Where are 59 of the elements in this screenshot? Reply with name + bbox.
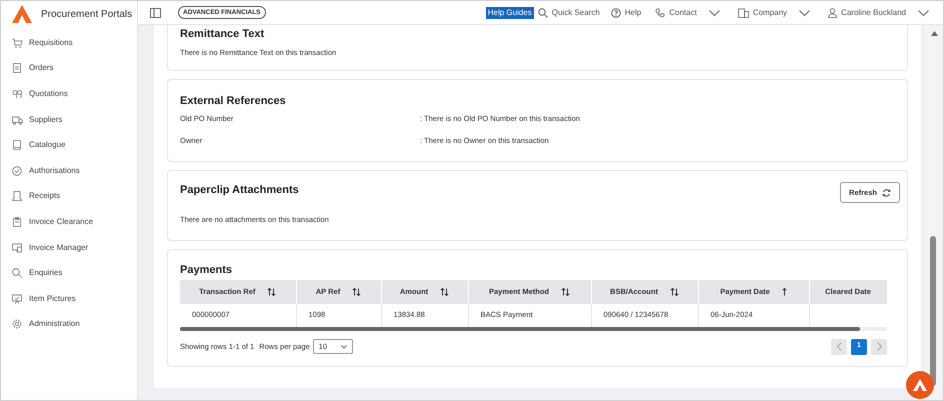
app-title: Procurement Portals xyxy=(41,8,132,22)
contact-menu[interactable]: Contact xyxy=(655,6,720,18)
sort-ascending-icon[interactable] xyxy=(782,288,787,296)
sidebar-item[interactable]: Invoice Manager xyxy=(1,234,137,260)
sort-icon[interactable] xyxy=(670,288,679,296)
truck-icon xyxy=(12,114,23,125)
book-icon xyxy=(12,140,23,150)
gear-icon xyxy=(12,319,23,330)
user-menu[interactable]: Caroline Buckland xyxy=(828,6,929,18)
horizontal-scrollbar[interactable] xyxy=(180,326,887,330)
sidebar-toggle-icon[interactable] xyxy=(150,8,161,18)
search-icon xyxy=(12,268,23,278)
easel-icon xyxy=(12,294,23,304)
scroll-up-icon xyxy=(930,31,938,36)
sort-icon[interactable] xyxy=(561,288,570,296)
sidebar-item[interactable]: Invoice Clearance xyxy=(1,209,137,235)
section-title: External References xyxy=(180,94,287,109)
help-button[interactable]: Help xyxy=(610,6,642,18)
check-circle-icon xyxy=(12,166,23,176)
search-icon xyxy=(538,8,548,18)
sidebar-item[interactable]: Authorisations xyxy=(1,158,137,184)
chevron-down-icon xyxy=(340,344,347,348)
sidebar-item[interactable]: Orders xyxy=(1,56,137,82)
vertical-scrollbar[interactable] xyxy=(925,25,943,400)
section-title: Payments xyxy=(180,263,233,278)
sidebar-item[interactable]: Item Pictures xyxy=(1,286,137,312)
receipt-icon xyxy=(12,191,23,202)
sidebar-item[interactable]: Administration xyxy=(1,312,137,338)
sort-icon[interactable] xyxy=(440,288,450,296)
document-icon xyxy=(12,63,23,74)
cart-icon xyxy=(12,38,23,48)
quote-icon xyxy=(12,88,23,99)
phone-icon xyxy=(655,8,666,18)
section-title: Paperclip Attachments xyxy=(180,183,299,198)
help-icon xyxy=(610,8,621,18)
quick-search-button[interactable]: Quick Search xyxy=(538,6,600,18)
chevron-down-icon xyxy=(918,10,929,16)
sidebar-item[interactable]: Suppliers xyxy=(1,106,137,132)
sort-icon[interactable] xyxy=(267,288,276,296)
sidebar-item[interactable]: Requisitions xyxy=(1,30,137,56)
monitor-icon xyxy=(12,242,23,253)
sidebar-item[interactable]: Enquiries xyxy=(1,260,137,286)
chevron-down-icon xyxy=(708,10,720,16)
company-menu[interactable]: Company xyxy=(738,6,810,18)
help-guides-link[interactable]: Help Guides xyxy=(486,6,534,18)
sidebar-item[interactable]: Catalogue xyxy=(1,132,137,158)
logo-icon xyxy=(11,4,33,24)
chevron-down-icon xyxy=(799,10,810,16)
logo-icon xyxy=(913,379,927,391)
clipboard-icon xyxy=(12,216,23,227)
sidebar-item[interactable]: Quotations xyxy=(1,81,137,107)
section-title: Remittance Text xyxy=(180,27,266,42)
sidebar-item[interactable]: Receipts xyxy=(1,184,137,210)
refresh-icon xyxy=(882,188,891,198)
user-icon xyxy=(828,8,838,18)
sort-icon[interactable] xyxy=(352,288,362,296)
building-icon xyxy=(738,8,749,18)
chevron-left-icon xyxy=(836,342,842,351)
chevron-right-icon xyxy=(876,342,882,351)
